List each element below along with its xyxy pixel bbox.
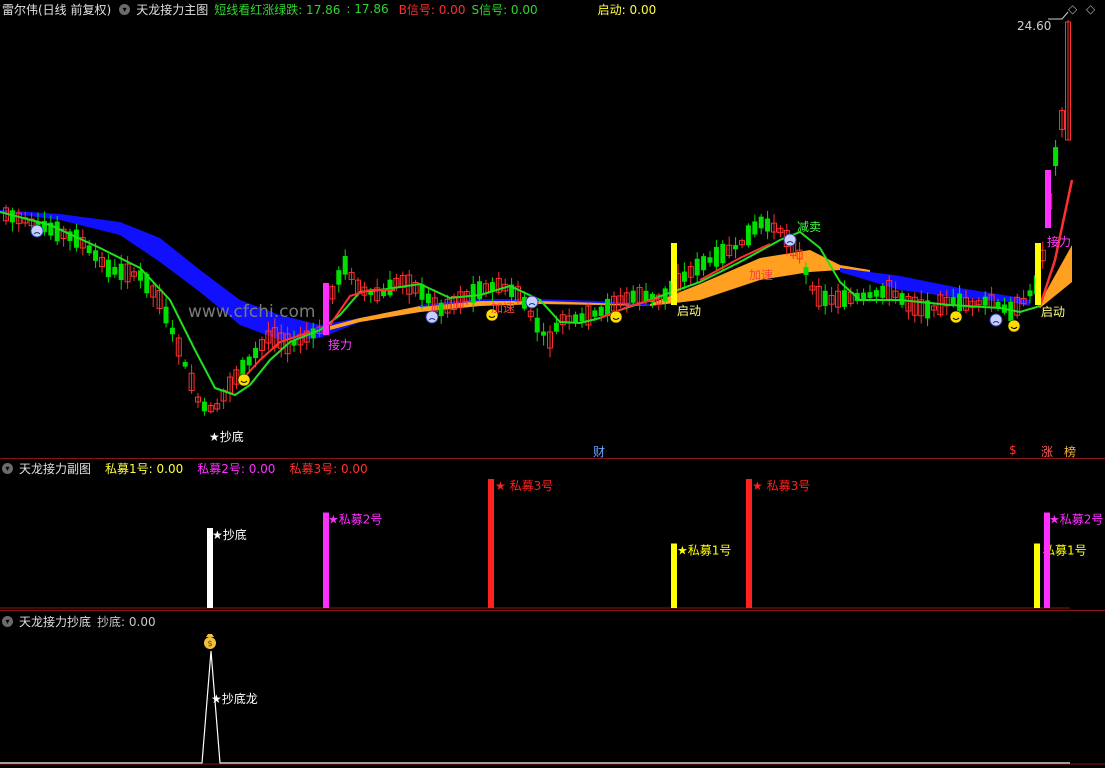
annotation-jieli: 接力 — [1047, 235, 1072, 249]
annotation-qidong: 启动 — [677, 304, 702, 318]
candle-body — [1053, 147, 1059, 167]
candle-body — [861, 292, 867, 300]
candle-body — [803, 267, 809, 275]
candle-body — [342, 256, 348, 275]
candle-body — [880, 285, 886, 298]
candle-body — [336, 270, 342, 285]
candle-body — [182, 362, 188, 367]
candle-body — [957, 293, 963, 312]
candle-body — [899, 293, 905, 305]
smiley-icon — [949, 310, 963, 324]
signal-bar-label: ★私募2号 — [1049, 513, 1103, 527]
candle-body — [745, 225, 751, 246]
candle-body — [1027, 290, 1033, 297]
candle-body — [765, 218, 771, 232]
signal-bar-label: ★抄底 — [212, 527, 247, 542]
annotation-jiasu: 加速 — [749, 268, 774, 282]
signal-bar-qidong — [671, 243, 677, 305]
candle-body — [253, 347, 259, 359]
signal-bar — [488, 479, 494, 608]
candle-body — [592, 310, 598, 317]
candle-body — [873, 290, 879, 297]
svg-text:$: $ — [207, 639, 212, 648]
candle-body — [163, 306, 169, 324]
signal-bar-label: ★ 私募3号 — [495, 479, 553, 493]
candle-body — [137, 270, 143, 281]
annotation-qidong: 启动 — [1041, 305, 1066, 319]
candlestick-chart[interactable] — [0, 0, 1105, 458]
candle-body — [707, 257, 713, 263]
chaodi-line — [0, 650, 1070, 764]
annotation-jieli: 接力 — [328, 338, 353, 352]
smiley-icon — [237, 373, 251, 387]
candle-body — [169, 327, 175, 335]
main-chart-panel[interactable]: 雷尔伟(日线 前复权) ▾ 天龙接力主图 短线看红涨绿跌: 17.86 : 17… — [0, 0, 1105, 459]
candle-body — [579, 313, 585, 322]
candle-body — [477, 281, 483, 300]
candle-body — [425, 293, 431, 304]
candle-body — [93, 250, 99, 261]
candle-body — [105, 259, 111, 278]
candle-body — [982, 296, 988, 306]
signal-bar — [1034, 543, 1040, 608]
candle-body — [681, 271, 687, 282]
price-high-label: 24.60 — [1017, 19, 1052, 33]
signal-bar-chart[interactable]: ★抄底★私募2号★ 私募3号★私募1号★ 私募3号私募1号★私募2号 — [0, 459, 1105, 610]
watermark: www.cfchi.com — [188, 302, 316, 322]
candle-body — [112, 266, 118, 275]
signal-bar-jieli — [1045, 170, 1051, 228]
signal-bar — [323, 512, 329, 608]
candle-body — [822, 290, 828, 307]
annotation-jianmai: 减卖 — [797, 220, 822, 234]
candle-body — [201, 401, 207, 412]
peak-label: ★抄底龙 — [211, 692, 258, 706]
signal-bar-jieli — [323, 283, 329, 335]
candle-body — [553, 322, 559, 332]
annotation-chaodi: ★抄底 — [209, 430, 244, 444]
candle-body — [841, 290, 847, 307]
sad-face-icon — [30, 224, 44, 238]
money-bag-icon: $ — [204, 634, 216, 649]
smiley-icon — [609, 310, 623, 324]
annotation-yuzhi: 加速 — [491, 301, 516, 315]
signal-bar-qidong — [1035, 243, 1041, 305]
sad-face-icon — [783, 233, 797, 247]
candle-body — [720, 244, 726, 264]
sub-chart-1-panel[interactable]: ▾ 天龙接力副图 私募1号: 0.00 私募2号: 0.00 私募3号: 0.0… — [0, 459, 1105, 610]
candle-body — [86, 245, 92, 253]
candle-body — [541, 331, 547, 336]
candle-body — [733, 245, 739, 250]
candle-body — [438, 302, 444, 317]
sad-face-icon — [989, 313, 1003, 327]
signal-bar-label: ★ 私募3号 — [752, 479, 810, 493]
candle-body — [118, 263, 124, 280]
candle-body — [694, 258, 700, 276]
candle-body — [758, 216, 764, 229]
candle-body — [867, 292, 873, 298]
candle-body — [598, 306, 604, 316]
candle-body — [573, 314, 579, 323]
signal-bar-label: ★私募1号 — [677, 544, 731, 558]
candle-body — [950, 297, 956, 305]
chaodi-line-chart[interactable]: $ — [0, 611, 1105, 768]
candle-body — [701, 256, 707, 271]
sub-chart-2-panel[interactable]: ▾ 天龙接力抄底 抄底: 0.00 $ ★抄底龙 — [0, 611, 1105, 768]
dollar-badge[interactable]: $ — [1009, 443, 1017, 457]
smiley-icon — [1007, 319, 1021, 333]
candle-body — [534, 317, 540, 333]
sad-face-icon — [425, 310, 439, 324]
sad-face-icon — [525, 295, 539, 309]
candle-body — [470, 284, 476, 303]
high-price-pointer — [1048, 11, 1069, 20]
signal-bar — [1044, 512, 1050, 608]
signal-bar-label: ★私募2号 — [328, 513, 382, 527]
candle-body — [54, 221, 60, 242]
candle-body — [713, 246, 719, 267]
signal-bar — [746, 479, 752, 608]
candle-body — [246, 356, 252, 366]
candle-body — [752, 221, 758, 235]
candle-body — [630, 290, 636, 303]
